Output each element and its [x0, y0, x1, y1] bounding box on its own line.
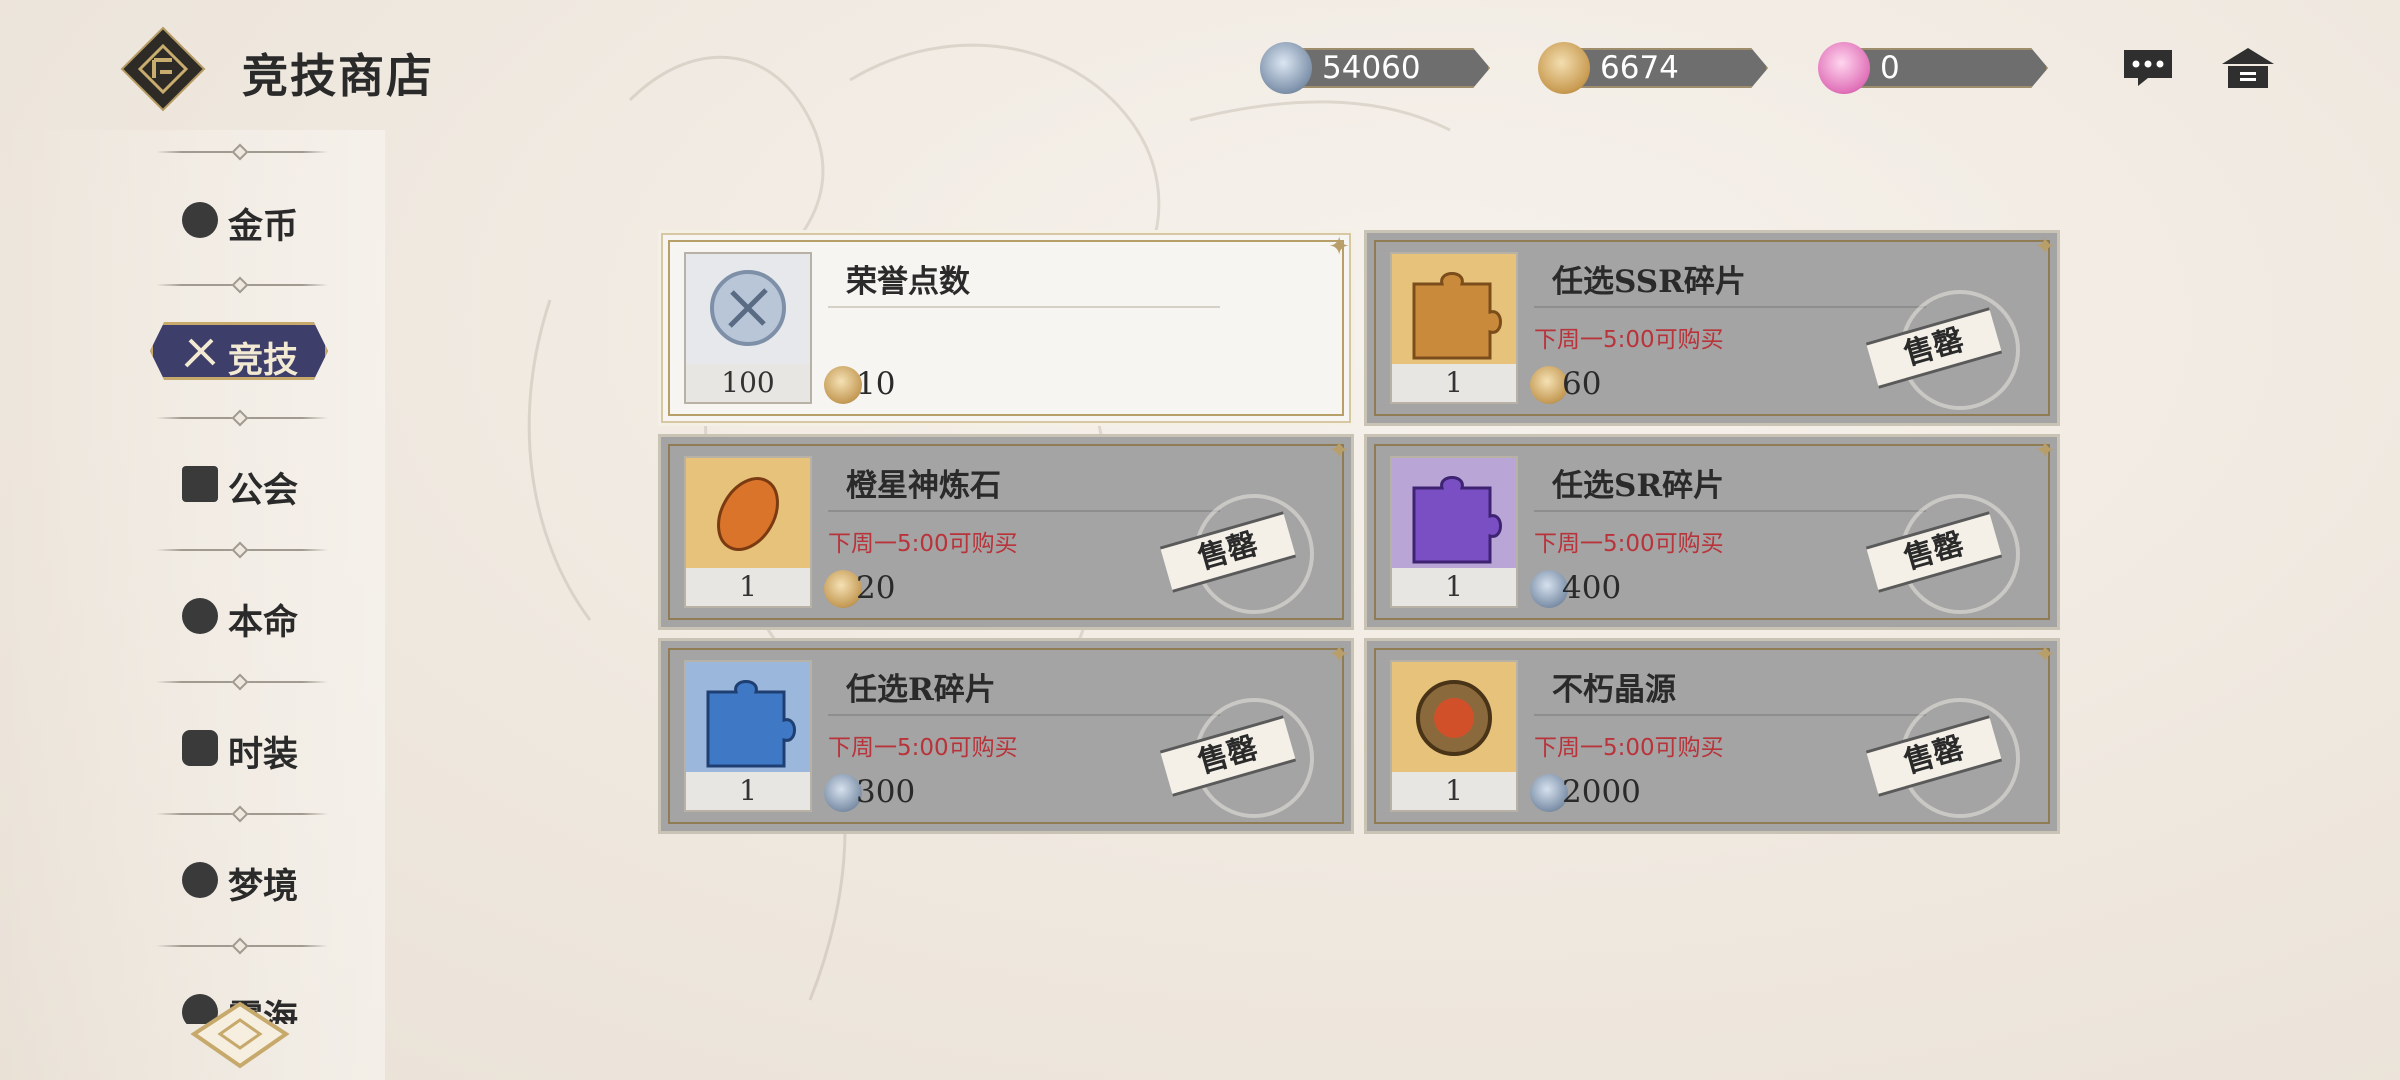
currency-pink-crystal[interactable]: 0	[1818, 42, 2048, 94]
puzzle-piece-icon	[1412, 272, 1502, 360]
swords-icon	[184, 338, 216, 368]
sidebar-item-destiny[interactable]: 本命	[130, 582, 390, 648]
shop-item-immortal-crystal[interactable]: ✦ 1 不朽晶源 下周一5:00可购买 2000 售罄	[1364, 638, 2060, 834]
item-price: 10	[856, 366, 896, 402]
divider	[156, 541, 328, 559]
sparkle-icon: ✦	[1328, 640, 1350, 670]
restock-text: 下周一5:00可购买	[828, 531, 1018, 557]
moon-icon	[182, 862, 218, 898]
restock-text: 下周一5:00可购买	[1534, 735, 1724, 761]
item-price: 60	[1562, 366, 1602, 402]
item-quantity: 1	[686, 772, 810, 810]
costume-icon	[182, 730, 218, 766]
item-name: 荣誉点数	[846, 264, 970, 300]
divider	[156, 409, 328, 427]
divider	[156, 937, 328, 955]
currency-arena-coin[interactable]: 6674	[1538, 42, 1768, 94]
honor-point-icon	[1260, 42, 1312, 94]
item-quantity: 1	[1392, 772, 1516, 810]
shop-item-honor-points[interactable]: ✦ 100 荣誉点数 10	[658, 230, 1354, 426]
refine-stone-icon	[717, 477, 779, 551]
divider	[156, 673, 328, 691]
sidebar-item-label: 时装	[228, 734, 299, 775]
scroll-down-indicator-icon[interactable]	[190, 1000, 290, 1070]
item-name: 任选SR碎片	[1552, 468, 1725, 504]
item-price: 2000	[1562, 774, 1641, 810]
sidebar-item-label: 本命	[228, 602, 299, 643]
sidebar-item-label: 金币	[228, 206, 299, 247]
currency-value: 6674	[1600, 50, 1679, 86]
sparkle-icon: ✦	[2034, 640, 2056, 670]
crystal-source-icon	[1416, 680, 1492, 756]
currency-honor[interactable]: 54060	[1260, 42, 1490, 94]
sparkle-icon: ✦	[2034, 436, 2056, 466]
sidebar-item-gold[interactable]: 金币	[130, 186, 390, 252]
item-thumbnail: 1	[684, 660, 812, 812]
item-quantity: 1	[1392, 568, 1516, 606]
sidebar-item-label: 公会	[228, 470, 299, 511]
puzzle-piece-icon	[1412, 476, 1502, 564]
divider	[156, 143, 328, 161]
divider	[156, 276, 328, 294]
item-thumbnail: 100	[684, 252, 812, 404]
sidebar-item-arena[interactable]: 竞技	[130, 318, 348, 384]
divider	[156, 805, 328, 823]
shop-item-r-fragment[interactable]: ✦ 1 任选R碎片 下周一5:00可购买 300 售罄	[658, 638, 1354, 834]
chat-icon[interactable]	[2120, 48, 2176, 88]
shop-logo-icon	[120, 26, 206, 112]
puzzle-piece-icon	[706, 680, 796, 768]
sidebar-item-guild[interactable]: 公会	[130, 450, 390, 516]
item-name: 任选SSR碎片	[1552, 264, 1746, 300]
item-name: 任选R碎片	[846, 672, 996, 708]
arena-coin-icon	[1538, 42, 1590, 94]
home-icon[interactable]	[2220, 46, 2276, 90]
item-thumbnail: 1	[1390, 660, 1518, 812]
item-name: 橙星神炼石	[846, 468, 1001, 504]
item-quantity: 1	[1392, 364, 1516, 402]
item-quantity: 100	[686, 364, 810, 402]
item-thumbnail: 1	[684, 456, 812, 608]
item-quantity: 1	[686, 568, 810, 606]
sidebar-item-costume[interactable]: 时装	[130, 714, 390, 780]
sidebar-item-dreamland[interactable]: 梦境	[130, 846, 390, 912]
item-price: 300	[856, 774, 916, 810]
shop-item-sr-fragment[interactable]: ✦ 1 任选SR碎片 下周一5:00可购买 400 售罄	[1364, 434, 2060, 630]
honor-point-icon	[710, 270, 786, 346]
guild-icon	[182, 466, 218, 502]
item-thumbnail: 1	[1390, 456, 1518, 608]
sparkle-icon: ✦	[2034, 232, 2056, 262]
sidebar-item-label: 竞技	[228, 340, 299, 381]
item-name: 不朽晶源	[1552, 672, 1676, 708]
item-price: 20	[856, 570, 896, 606]
page-title: 竞技商店	[242, 49, 434, 103]
restock-text: 下周一5:00可购买	[1534, 327, 1724, 353]
pink-crystal-icon	[1818, 42, 1870, 94]
coin-icon	[182, 202, 218, 238]
sparkle-icon: ✦	[1328, 232, 1350, 262]
sparkle-icon: ✦	[1328, 436, 1350, 466]
item-price: 400	[1562, 570, 1622, 606]
currency-value: 0	[1880, 50, 1900, 86]
currency-value: 54060	[1322, 50, 1421, 86]
restock-text: 下周一5:00可购买	[828, 735, 1018, 761]
item-thumbnail: 1	[1390, 252, 1518, 404]
shop-item-ssr-fragment[interactable]: ✦ 1 任选SSR碎片 下周一5:00可购买 60 售罄	[1364, 230, 2060, 426]
rune-icon	[182, 598, 218, 634]
shop-item-orange-refine-stone[interactable]: ✦ 1 橙星神炼石 下周一5:00可购买 20 售罄	[658, 434, 1354, 630]
sidebar-item-label: 梦境	[228, 866, 299, 907]
restock-text: 下周一5:00可购买	[1534, 531, 1724, 557]
